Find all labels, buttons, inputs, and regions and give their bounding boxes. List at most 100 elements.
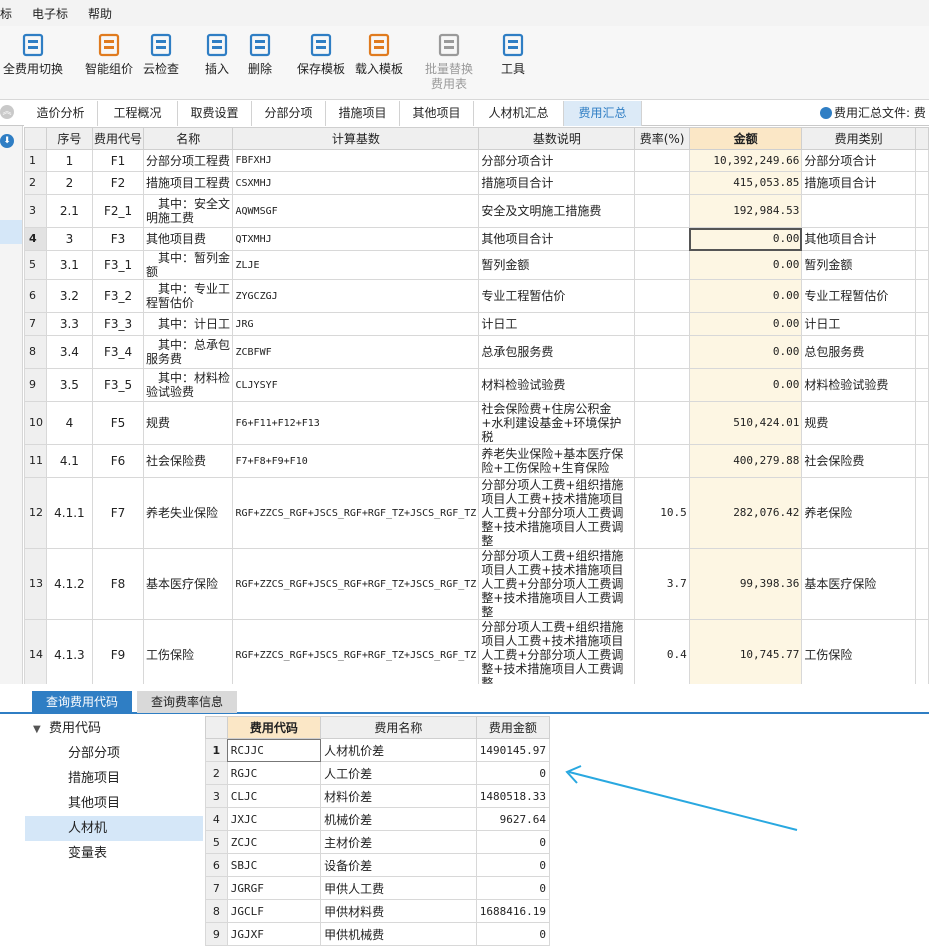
menu-item-2[interactable]: 帮助 <box>78 5 122 22</box>
cell-amount[interactable]: 510,424.01 <box>688 401 803 445</box>
cell-amount[interactable]: 10,745.77 <box>688 619 803 684</box>
cell-name[interactable]: 其中：专业工程暂估价 <box>143 279 234 313</box>
cell-seq[interactable]: 4.1.1 <box>45 477 94 549</box>
cell-cat[interactable]: 措施项目合计 <box>801 171 916 195</box>
toolbar-button-5[interactable]: 保存模板 <box>297 32 345 77</box>
tab-6[interactable]: 人材机汇总 <box>474 101 564 126</box>
cell-cat[interactable]: 专业工程暂估价 <box>801 279 916 313</box>
cell-desc[interactable]: 总承包服务费 <box>478 335 636 369</box>
table-row[interactable]: 10 4 F5 规费 F6+F11+F12+F13 社会保险费+住房公积金+水利建设基金+… <box>24 401 929 445</box>
tree-item-3[interactable]: 人材机 <box>25 816 203 841</box>
cell-seq[interactable]: 3 <box>45 227 94 251</box>
menu-item-1[interactable]: 电子标 <box>22 5 78 22</box>
cell-cat[interactable]: 规费 <box>801 401 916 445</box>
cell-rate[interactable] <box>634 335 690 369</box>
cell-rate[interactable] <box>634 171 690 195</box>
cell-cat[interactable]: 总包服务费 <box>801 335 916 369</box>
cell-rate[interactable]: 10.5 <box>634 477 690 549</box>
toolbar-button-8[interactable]: 工具 <box>500 32 526 77</box>
cell-amount[interactable]: 0 <box>475 876 550 900</box>
cell-rate[interactable] <box>634 368 690 402</box>
table-row[interactable]: 14 4.1.3 F9 工伤保险 RGF+ZZCS_RGF+JSCS_RGF+RGF_T… <box>24 619 929 684</box>
column-header[interactable]: 费用代号 <box>92 127 145 150</box>
column-header[interactable]: 费用名称 <box>320 716 477 739</box>
tab-1[interactable]: 工程概况 <box>98 101 178 126</box>
column-header[interactable]: 序号 <box>45 127 94 150</box>
cell-rate[interactable] <box>634 279 690 313</box>
cell-rate[interactable] <box>634 444 690 478</box>
cell-name[interactable]: 措施项目工程费 <box>143 171 234 195</box>
cell-cat[interactable]: 养老保险 <box>801 477 916 549</box>
cell-rate[interactable] <box>634 250 690 280</box>
cell-base[interactable]: FBFXHJ <box>232 149 480 172</box>
cell-name[interactable]: 设备价差 <box>320 853 477 877</box>
toolbar-button-7[interactable]: 批量替换 费用表 <box>425 32 473 92</box>
cell-amount[interactable]: 0.00 <box>688 250 803 280</box>
cell-code[interactable]: F3_3 <box>92 312 145 336</box>
cell-cat[interactable]: 社会保险费 <box>801 444 916 478</box>
cell-seq[interactable]: 4.1 <box>45 444 94 478</box>
cell-code[interactable]: F2 <box>92 171 145 195</box>
cell-amount[interactable]: 282,076.42 <box>688 477 803 549</box>
cell-seq[interactable]: 1 <box>45 149 94 172</box>
cell-code[interactable]: RCJJC <box>226 738 322 762</box>
cell-base[interactable]: JRG <box>232 312 480 336</box>
download-icon[interactable]: ⬇ <box>0 134 14 148</box>
cell-name[interactable]: 分部分项工程费 <box>143 149 234 172</box>
table-row[interactable]: 6 SBJC 设备价差 0 <box>205 853 550 877</box>
cell-seq[interactable]: 4 <box>45 401 94 445</box>
toolbar-button-2[interactable]: 云检查 <box>143 32 179 77</box>
cell-seq[interactable]: 3.3 <box>45 312 94 336</box>
cell-name[interactable]: 其中：安全文明施工费 <box>143 194 234 228</box>
tree-item-1[interactable]: 措施项目 <box>25 766 203 791</box>
cell-desc[interactable]: 分部分项合计 <box>478 149 636 172</box>
table-row[interactable]: 1 1 F1 分部分项工程费 FBFXHJ 分部分项合计 10,392,249.66 分部分项… <box>24 149 929 172</box>
table-row[interactable]: 3 2.1 F2_1 其中：安全文明施工费 AQWMSGF 安全及文明施工措施费 192,… <box>24 194 929 228</box>
tab-2[interactable]: 取费设置 <box>178 101 252 126</box>
cell-seq[interactable]: 2 <box>45 171 94 195</box>
cell-amount[interactable]: 415,053.85 <box>688 171 803 195</box>
column-header[interactable]: 名称 <box>143 127 234 150</box>
column-header[interactable]: 计算基数 <box>232 127 480 150</box>
cell-name[interactable]: 人工价差 <box>320 761 477 785</box>
cell-cat[interactable]: 暂列金额 <box>801 250 916 280</box>
cell-name[interactable]: 基本医疗保险 <box>143 548 234 620</box>
cell-desc[interactable]: 暂列金额 <box>478 250 636 280</box>
cell-cat[interactable] <box>801 194 916 228</box>
cell-base[interactable]: QTXMHJ <box>232 227 480 251</box>
cell-base[interactable]: RGF+ZZCS_RGF+JSCS_RGF+RGF_TZ+JSCS_RGF_TZ <box>232 477 480 549</box>
column-header[interactable] <box>24 127 47 150</box>
cell-base[interactable]: ZCBFWF <box>232 335 480 369</box>
table-row[interactable]: 9 3.5 F3_5 其中：材料检验试验费 CLJYSYF 材料检验试验费 0.00 材料检… <box>24 368 929 402</box>
cell-name[interactable]: 其他项目费 <box>143 227 234 251</box>
toolbar-button-4[interactable]: 删除 <box>247 32 273 77</box>
cell-seq[interactable]: 3.4 <box>45 335 94 369</box>
cell-cat[interactable]: 分部分项合计 <box>801 149 916 172</box>
cell-cat[interactable]: 材料检验试验费 <box>801 368 916 402</box>
cell-desc[interactable]: 专业工程暂估价 <box>478 279 636 313</box>
tab-0[interactable]: 造价分析 <box>24 101 98 126</box>
column-header[interactable]: 费用类别 <box>801 127 916 150</box>
cell-rate[interactable] <box>634 194 690 228</box>
cell-code[interactable]: RGJC <box>226 761 322 785</box>
column-header[interactable]: 费用金额 <box>475 716 550 739</box>
table-row[interactable]: 8 JGCLF 甲供材料费 1688416.19 <box>205 899 550 923</box>
toolbar-button-1[interactable]: 智能组价 <box>85 32 133 77</box>
cell-rate[interactable]: 0.4 <box>634 619 690 684</box>
cell-code[interactable]: F3_1 <box>92 250 145 280</box>
tab-4[interactable]: 措施项目 <box>326 101 400 126</box>
table-row[interactable]: 8 3.4 F3_4 其中：总承包服务费 ZCBFWF 总承包服务费 0.00 总包服务费 <box>24 335 929 369</box>
tree-item-0[interactable]: 分部分项 <box>25 741 203 766</box>
cell-rate[interactable] <box>634 149 690 172</box>
tree-item-2[interactable]: 其他项目 <box>25 791 203 816</box>
cell-code[interactable]: F1 <box>92 149 145 172</box>
table-row[interactable]: 5 3.1 F3_1 其中：暂列金额 ZLJE 暂列金额 0.00 暂列金额 <box>24 250 929 280</box>
cell-code[interactable]: CLJC <box>226 784 322 808</box>
cell-seq[interactable]: 3.5 <box>45 368 94 402</box>
table-row[interactable]: 13 4.1.2 F8 基本医疗保险 RGF+ZZCS_RGF+JSCS_RGF+RGF… <box>24 548 929 620</box>
cell-seq[interactable]: 4.1.2 <box>45 548 94 620</box>
cell-base[interactable]: AQWMSGF <box>232 194 480 228</box>
cell-name[interactable]: 规费 <box>143 401 234 445</box>
cell-code[interactable]: JGJXF <box>226 922 322 946</box>
cell-amount[interactable]: 9627.64 <box>475 807 550 831</box>
